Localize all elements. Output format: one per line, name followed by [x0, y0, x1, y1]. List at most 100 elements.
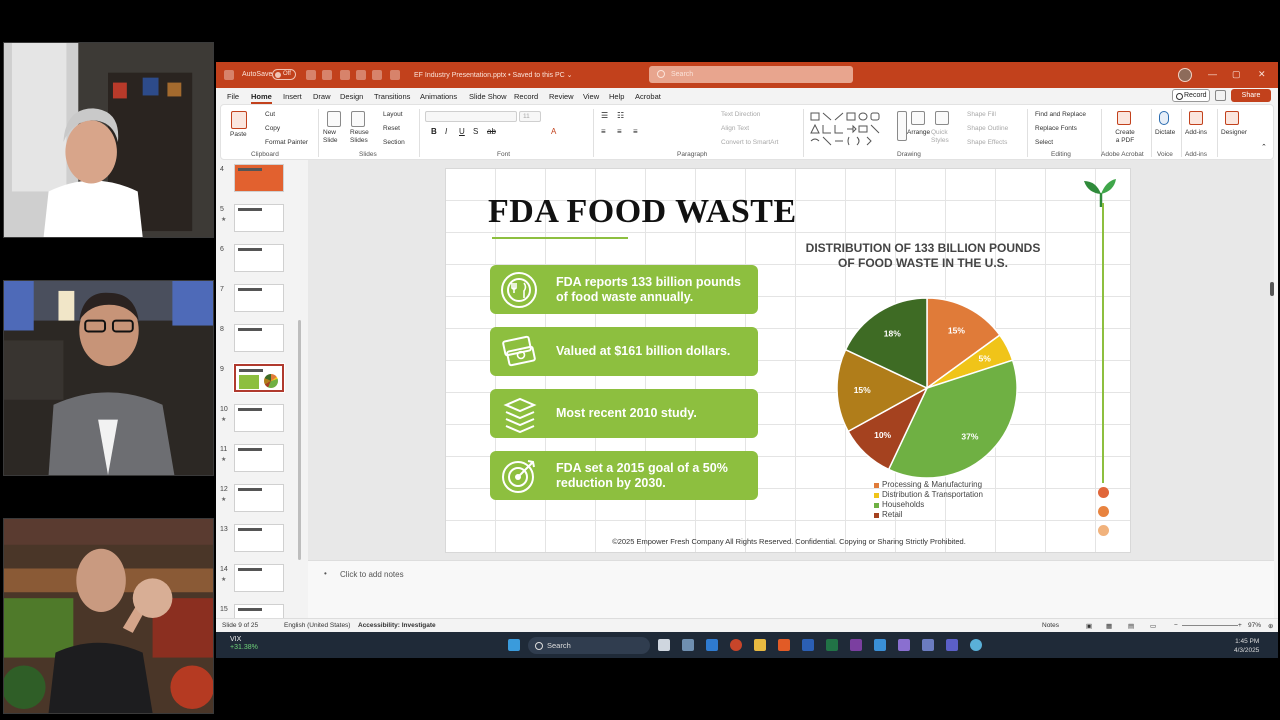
quick-styles-icon[interactable] [935, 111, 949, 125]
slide-thumbnail-6[interactable] [234, 244, 284, 272]
new-slide-button[interactable]: New Slide [323, 129, 349, 145]
underline-icon[interactable]: U [459, 127, 465, 136]
italic-icon[interactable]: I [445, 127, 447, 136]
designer-icon[interactable] [1225, 111, 1239, 125]
slide-thumbnail-4[interactable] [234, 164, 284, 192]
repeat-icon[interactable] [356, 70, 366, 80]
section-button[interactable]: Section [383, 139, 405, 146]
tab-draw[interactable]: Draw [313, 92, 331, 101]
powerpoint-taskbar-icon[interactable] [730, 639, 742, 651]
tab-slideshow[interactable]: Slide Show [469, 92, 507, 101]
reset-button[interactable]: Reset [383, 125, 400, 132]
align-left-icon[interactable]: ≡ [601, 127, 606, 136]
slide-title[interactable]: FDA FOOD WASTE [488, 193, 797, 231]
customize-toolbar-icon[interactable] [390, 70, 400, 80]
shapes-more-icon[interactable] [897, 111, 907, 141]
food-waste-pie-chart[interactable]: 15% 5% 37% 10% 15% 18% [834, 295, 1020, 481]
comments-icon[interactable] [1215, 90, 1226, 101]
shape-outline-button[interactable]: Shape Outline [967, 125, 1008, 132]
tab-record[interactable]: Record [514, 92, 538, 101]
start-icon[interactable] [508, 639, 520, 651]
zoom-out-icon[interactable]: − [1174, 622, 1178, 629]
collapse-ribbon-icon[interactable]: ⌃ [1261, 143, 1267, 151]
app-icon[interactable] [922, 639, 934, 651]
paste-button[interactable]: Paste [230, 131, 247, 138]
quick-styles-button[interactable]: Quick Styles [931, 129, 953, 145]
shapes-gallery[interactable] [809, 111, 891, 147]
designer-button[interactable]: Designer [1221, 129, 1247, 136]
format-painter-button[interactable]: Format Painter [265, 139, 308, 146]
save-icon[interactable] [306, 70, 316, 80]
redo-icon[interactable] [340, 70, 350, 80]
font-size-box[interactable]: 11 [519, 111, 541, 122]
shape-effects-button[interactable]: Shape Effects [967, 139, 1007, 146]
layout-button[interactable]: Layout [383, 111, 403, 118]
fact-card-1[interactable]: FDA reports 133 billion pounds of food w… [490, 265, 758, 314]
user-avatar[interactable] [1178, 68, 1192, 82]
reuse-slides-button[interactable]: Reuse Slides [350, 129, 372, 145]
notes-pane[interactable]: • Click to add notes [308, 560, 1274, 618]
create-pdf-button[interactable]: Create a PDF [1113, 129, 1137, 145]
share-button[interactable]: Share [1231, 89, 1271, 102]
bullets-icon[interactable]: ☰ [601, 111, 608, 120]
tab-review[interactable]: Review [549, 92, 574, 101]
new-slide-icon[interactable] [327, 111, 341, 127]
cut-button[interactable]: Cut [265, 111, 275, 118]
copy-button[interactable]: Copy [265, 125, 280, 132]
tab-view[interactable]: View [583, 92, 599, 101]
shape-fill-button[interactable]: Shape Fill [967, 111, 996, 118]
convert-smartart-button[interactable]: Convert to SmartArt [721, 139, 778, 146]
clock[interactable]: 1:45 PM 4/3/2025 [1234, 637, 1259, 655]
align-text-button[interactable]: Align Text [721, 125, 749, 132]
stock-widget[interactable]: VIX +31.38% [230, 636, 258, 652]
accessibility-status[interactable]: Accessibility: Investigate [358, 622, 436, 629]
slide-thumbnail-12[interactable] [234, 484, 284, 512]
tab-design[interactable]: Design [340, 92, 363, 101]
fit-slide-icon[interactable]: ⊕ [1268, 622, 1273, 630]
notes-toggle[interactable]: Notes [1042, 622, 1059, 629]
outlook-icon[interactable] [706, 639, 718, 651]
font-family-box[interactable] [425, 111, 517, 122]
autosave-toggle[interactable]: Off [272, 69, 296, 80]
record-button[interactable]: Record [1172, 89, 1210, 102]
editor-scrollbar[interactable] [1270, 282, 1274, 296]
teams-icon[interactable] [946, 639, 958, 651]
thumbnails-scrollbar[interactable] [298, 320, 301, 560]
dictate-button[interactable]: Dictate [1155, 129, 1175, 136]
zoom-in-icon[interactable]: + [1238, 622, 1242, 629]
reuse-slides-icon[interactable] [351, 111, 365, 127]
close-icon[interactable]: ✕ [1258, 69, 1266, 80]
slide-thumbnail-9[interactable] [233, 363, 285, 393]
tab-help[interactable]: Help [609, 92, 624, 101]
paste-icon[interactable] [231, 111, 247, 129]
app-icon[interactable] [874, 639, 886, 651]
app-icon[interactable] [898, 639, 910, 651]
reading-view-icon[interactable]: ▤ [1128, 622, 1134, 630]
task-view-icon[interactable] [658, 639, 670, 651]
fact-card-2[interactable]: Valued at $161 billion dollars. [490, 327, 758, 376]
slide-thumbnail-13[interactable] [234, 524, 284, 552]
slide-thumbnail-11[interactable] [234, 444, 284, 472]
zoom-slider[interactable] [1182, 625, 1238, 626]
fact-card-4[interactable]: FDA set a 2015 goal of a 50% reduction b… [490, 451, 758, 500]
minimize-icon[interactable]: — [1208, 69, 1217, 79]
replace-fonts-button[interactable]: Replace Fonts [1035, 125, 1077, 132]
excel-icon[interactable] [826, 639, 838, 651]
strikethrough-icon[interactable]: ab [487, 127, 496, 136]
select-button[interactable]: Select [1035, 139, 1053, 146]
text-direction-button[interactable]: Text Direction [721, 111, 760, 118]
addins-icon[interactable] [1189, 111, 1203, 125]
brave-browser-icon[interactable] [778, 639, 790, 651]
create-pdf-icon[interactable] [1117, 111, 1131, 125]
language-status[interactable]: English (United States) [284, 622, 350, 629]
tab-insert[interactable]: Insert [283, 92, 302, 101]
app-icon[interactable] [970, 639, 982, 651]
numbering-icon[interactable]: ☷ [617, 111, 624, 120]
fact-card-3[interactable]: Most recent 2010 study. [490, 389, 758, 438]
addins-button[interactable]: Add-ins [1185, 129, 1207, 136]
tab-animations[interactable]: Animations [420, 92, 457, 101]
notes-placeholder[interactable]: Click to add notes [340, 570, 404, 579]
file-explorer-icon[interactable] [754, 639, 766, 651]
find-replace-button[interactable]: Find and Replace [1035, 111, 1086, 118]
tab-acrobat[interactable]: Acrobat [635, 92, 661, 101]
